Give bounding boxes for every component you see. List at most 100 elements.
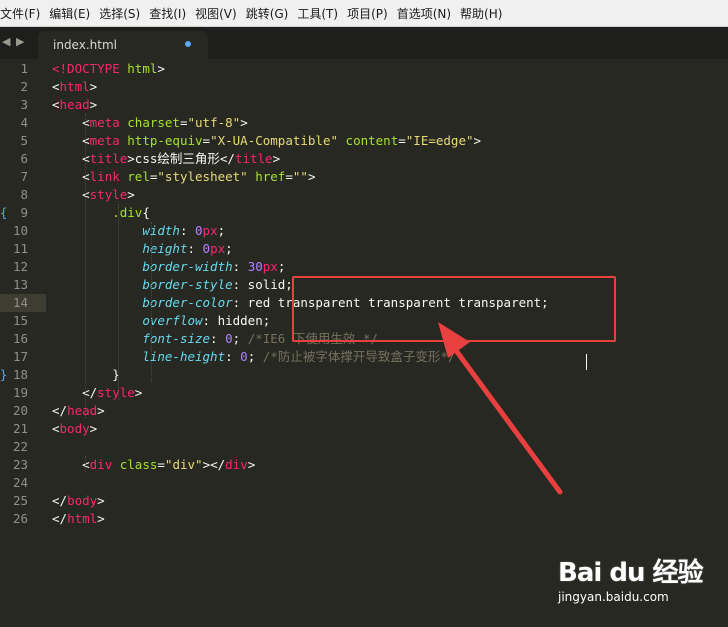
- code-line[interactable]: <html>: [52, 78, 97, 96]
- tab-index-html[interactable]: index.html: [38, 31, 208, 59]
- line-number: 26: [12, 511, 28, 526]
- code-token: </: [52, 493, 68, 508]
- code-token: =: [202, 133, 211, 148]
- line-number: 11: [12, 241, 28, 256]
- menu-item[interactable]: 文件(F): [0, 5, 49, 22]
- line-number: 10: [12, 223, 28, 238]
- watermark-logo: Bai du 经验: [558, 558, 703, 588]
- code-line[interactable]: <style>: [52, 186, 135, 204]
- code-line[interactable]: <div class="div"></div>: [52, 456, 255, 474]
- code-token: >: [157, 61, 165, 76]
- code-token: body: [59, 421, 90, 436]
- indent-guide: [118, 204, 119, 400]
- code-token: =: [285, 169, 293, 184]
- code-token: <: [52, 133, 90, 148]
- line-number: 8: [20, 187, 28, 202]
- code-token: border-style: [142, 277, 233, 292]
- code-token: border-color: [142, 295, 233, 310]
- code-token: ;: [247, 349, 263, 364]
- code-line[interactable]: height: 0px;: [52, 240, 233, 258]
- menu-item[interactable]: 选择(S): [99, 5, 149, 22]
- code-token: content: [345, 133, 399, 148]
- code-line[interactable]: </body>: [52, 492, 105, 510]
- line-number: 12: [12, 259, 28, 274]
- annotation-highlight-box: [292, 276, 616, 342]
- code-token: =: [157, 457, 165, 472]
- code-token: /*防止被字体撑开导致盒子变形*/: [262, 349, 456, 364]
- code-line[interactable]: </html>: [52, 510, 105, 528]
- code-token: div: [225, 457, 248, 472]
- unsaved-dot-icon[interactable]: [185, 41, 191, 47]
- code-token: title: [89, 151, 128, 166]
- code-token: >: [97, 511, 105, 526]
- code-token: </: [52, 385, 98, 400]
- code-line[interactable]: <head>: [52, 96, 97, 114]
- menu-bar: 文件(F) 编辑(E) 选择(S) 查找(I) 视图(V) 跳转(G) 工具(T) 项目(P)…: [0, 0, 728, 27]
- fold-marker-icon[interactable]: }: [0, 366, 7, 384]
- code-token: style: [89, 187, 128, 202]
- code-line[interactable]: border-style: solid;: [52, 276, 293, 294]
- code-token: html: [67, 511, 98, 526]
- line-number: 22: [12, 439, 28, 454]
- code-token: html: [127, 61, 158, 76]
- tab-bar: ◀ ▶ index.html: [0, 27, 728, 59]
- code-line[interactable]: border-width: 30px;: [52, 258, 285, 276]
- menu-item[interactable]: 视图(V): [195, 5, 246, 22]
- code-token: >: [89, 97, 98, 112]
- code-token: "": [292, 169, 308, 184]
- line-number: 1: [20, 61, 28, 76]
- code-token: div: [89, 457, 113, 472]
- code-token: http-equiv: [127, 133, 203, 148]
- line-number: 17: [12, 349, 28, 364]
- menu-item[interactable]: 首选项(N): [397, 5, 460, 22]
- code-token: body: [67, 493, 98, 508]
- menu-item[interactable]: 编辑(E): [49, 5, 99, 22]
- code-line[interactable]: <body>: [52, 420, 97, 438]
- code-line[interactable]: <title>css绘制三角形</title>: [52, 150, 280, 168]
- menu-item[interactable]: 帮助(H): [460, 5, 511, 22]
- code-token: <: [52, 187, 90, 202]
- code-line[interactable]: <link rel="stylesheet" href="">: [52, 168, 315, 186]
- code-line[interactable]: width: 0px;: [52, 222, 225, 240]
- menu-item[interactable]: 项目(P): [347, 5, 397, 22]
- code-token: >: [240, 115, 248, 130]
- code-editor[interactable]: 1 2 3 4 5 6 7 8 9 10 11 12 13 14 15 16 17 18 19 20 21 22 23 24 2…: [0, 59, 728, 627]
- code-token: <: [52, 457, 90, 472]
- code-line[interactable]: <meta http-equiv="X-UA-Compatible" conte…: [52, 132, 481, 150]
- code-token: <: [52, 169, 90, 184]
- code-token: !DOCTYPE: [59, 61, 120, 76]
- code-line[interactable]: <meta charset="utf-8">: [52, 114, 248, 132]
- code-line[interactable]: line-height: 0; /*防止被字体撑开导致盒子变形*/: [52, 348, 455, 366]
- menu-item[interactable]: 查找(I): [149, 5, 195, 22]
- code-line[interactable]: </head>: [52, 402, 105, 420]
- code-line[interactable]: <!DOCTYPE html>: [52, 60, 165, 78]
- line-number: 20: [12, 403, 28, 418]
- code-token: "utf-8": [187, 115, 241, 130]
- menu-item[interactable]: 跳转(G): [246, 5, 298, 22]
- indent-guide: [85, 456, 86, 472]
- code-token: rel: [127, 169, 150, 184]
- code-token: ;: [225, 241, 233, 256]
- code-token: 30: [247, 259, 263, 274]
- code-token: <: [52, 151, 90, 166]
- menu-item[interactable]: 工具(T): [297, 5, 347, 22]
- code-token: >: [89, 421, 98, 436]
- watermark-url: jingyan.baidu.com: [558, 590, 669, 604]
- code-token: </: [52, 511, 68, 526]
- code-token: <: [52, 79, 60, 94]
- code-line[interactable]: .div{: [52, 204, 150, 222]
- code-token: ;: [217, 223, 226, 238]
- code-token: </: [52, 403, 68, 418]
- code-line[interactable]: </style>: [52, 384, 142, 402]
- baidu-watermark: Bai du 经验 jingyan.baidu.com: [558, 552, 703, 604]
- tab-nav-arrows[interactable]: ◀ ▶: [2, 35, 25, 48]
- code-token: :: [232, 259, 248, 274]
- code-token: class: [119, 457, 158, 472]
- fold-marker-icon[interactable]: {: [0, 204, 7, 222]
